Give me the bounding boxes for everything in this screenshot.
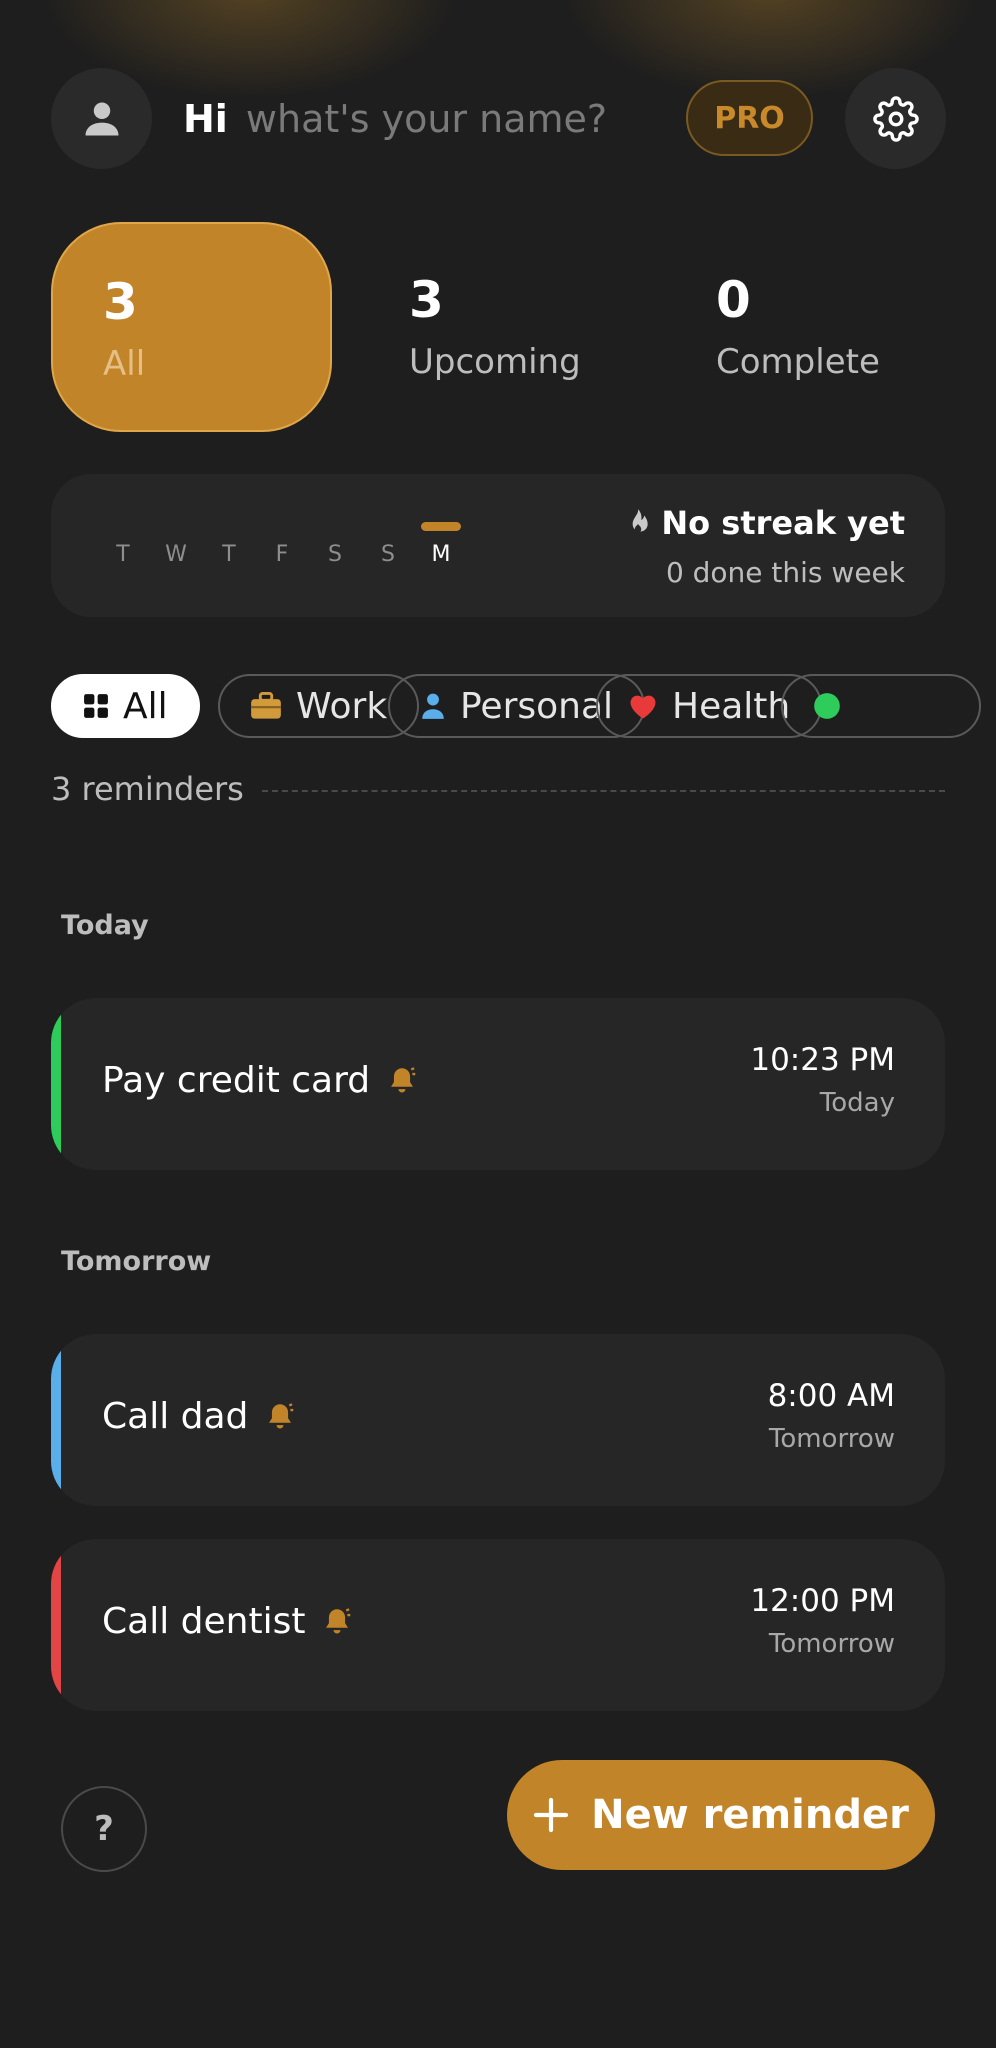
heart-icon: [630, 695, 656, 719]
reminder-card[interactable]: Call dentist 12:00 PM Tomorrow: [51, 1539, 945, 1711]
category-dot-icon: [814, 693, 840, 719]
category-accent-bar: [51, 998, 61, 1170]
flame-icon: [633, 509, 649, 533]
streak-title: No streak yet: [625, 504, 905, 542]
reminder-day: Today: [819, 1088, 895, 1118]
help-button[interactable]: ?: [61, 1786, 147, 1872]
section-label-tomorrow: Tomorrow: [61, 1246, 212, 1277]
bell-icon: [269, 1403, 294, 1429]
reminder-title-text: Call dad: [102, 1396, 249, 1437]
gear-icon: [872, 95, 919, 142]
reminder-title-text: Call dentist: [102, 1601, 306, 1642]
name-prompt[interactable]: what's your name?: [246, 97, 607, 141]
stat-all-card[interactable]: 3 All: [51, 222, 332, 432]
weekday-label: F: [275, 542, 289, 567]
streak-title-text: No streak yet: [661, 504, 905, 542]
streak-subtitle: 0 done this week: [665, 556, 905, 589]
reminder-title: Call dad: [102, 1392, 294, 1442]
weekday-label: T: [222, 542, 236, 567]
header: Hi what's your name? PRO: [51, 68, 946, 169]
settings-button[interactable]: [845, 68, 946, 169]
weekday-label: W: [165, 542, 187, 567]
stats-row: 3 All 3 Upcoming 0 Complete: [51, 222, 945, 432]
filter-chip-label: Work: [296, 685, 388, 727]
filter-chip-more[interactable]: [781, 674, 981, 738]
person-icon: [422, 693, 444, 719]
stat-upcoming-card[interactable]: 3 Upcoming: [409, 222, 649, 432]
person-icon: [85, 102, 118, 135]
stat-upcoming-count: 3: [409, 271, 444, 329]
reminder-count: 3 reminders: [51, 770, 244, 808]
stat-all-count: 3: [103, 273, 138, 331]
stat-complete-count: 0: [716, 271, 751, 329]
reminder-title-text: Pay credit card: [102, 1060, 371, 1101]
stat-complete-card[interactable]: 0 Complete: [716, 222, 956, 432]
divider: [262, 790, 945, 792]
avatar[interactable]: [51, 68, 152, 169]
category-accent-bar: [51, 1539, 61, 1711]
new-reminder-button[interactable]: New reminder: [507, 1760, 935, 1870]
plus-icon: [534, 1797, 569, 1833]
reminder-time: 12:00 PM: [750, 1583, 895, 1619]
bell-icon: [391, 1067, 416, 1093]
filter-chip-label: All: [123, 685, 168, 727]
pro-badge-button[interactable]: PRO: [686, 80, 813, 156]
reminder-day: Tomorrow: [768, 1629, 895, 1659]
new-reminder-label: New reminder: [591, 1792, 909, 1838]
reminder-day: Tomorrow: [768, 1424, 895, 1454]
reminder-title: Call dentist: [102, 1597, 351, 1647]
category-accent-bar: [51, 1334, 61, 1506]
reminder-card[interactable]: Call dad 8:00 AM Tomorrow: [51, 1334, 945, 1506]
stat-all-label: All: [103, 344, 146, 384]
reminder-card[interactable]: Pay credit card 10:23 PM Today: [51, 998, 945, 1170]
grid-icon: [84, 694, 108, 718]
weekday-label: S: [381, 542, 395, 567]
filter-chip-label: Health: [672, 685, 791, 727]
filter-chip-label: Personal: [460, 685, 614, 727]
section-label-today: Today: [61, 910, 149, 941]
stat-upcoming-label: Upcoming: [409, 342, 581, 382]
weekday-label: S: [328, 542, 342, 567]
category-filters: All Work Personal Health: [51, 674, 996, 738]
greeting[interactable]: Hi what's your name?: [183, 94, 607, 144]
weekday-label: T: [116, 542, 130, 567]
reminder-count-row: 3 reminders: [51, 770, 945, 810]
reminder-time: 8:00 AM: [767, 1378, 895, 1414]
current-day-indicator: [421, 522, 461, 531]
greeting-hi: Hi: [183, 97, 228, 141]
bell-icon: [326, 1608, 351, 1634]
streak-card[interactable]: T W T F S S M No streak yet 0 done this week: [51, 474, 945, 617]
reminder-time: 10:23 PM: [750, 1042, 895, 1078]
reminder-title: Pay credit card: [102, 1056, 416, 1106]
stat-complete-label: Complete: [716, 342, 880, 382]
weekday-label: M: [431, 542, 451, 567]
briefcase-icon: [251, 692, 281, 719]
filter-chip-all[interactable]: All: [51, 674, 200, 738]
